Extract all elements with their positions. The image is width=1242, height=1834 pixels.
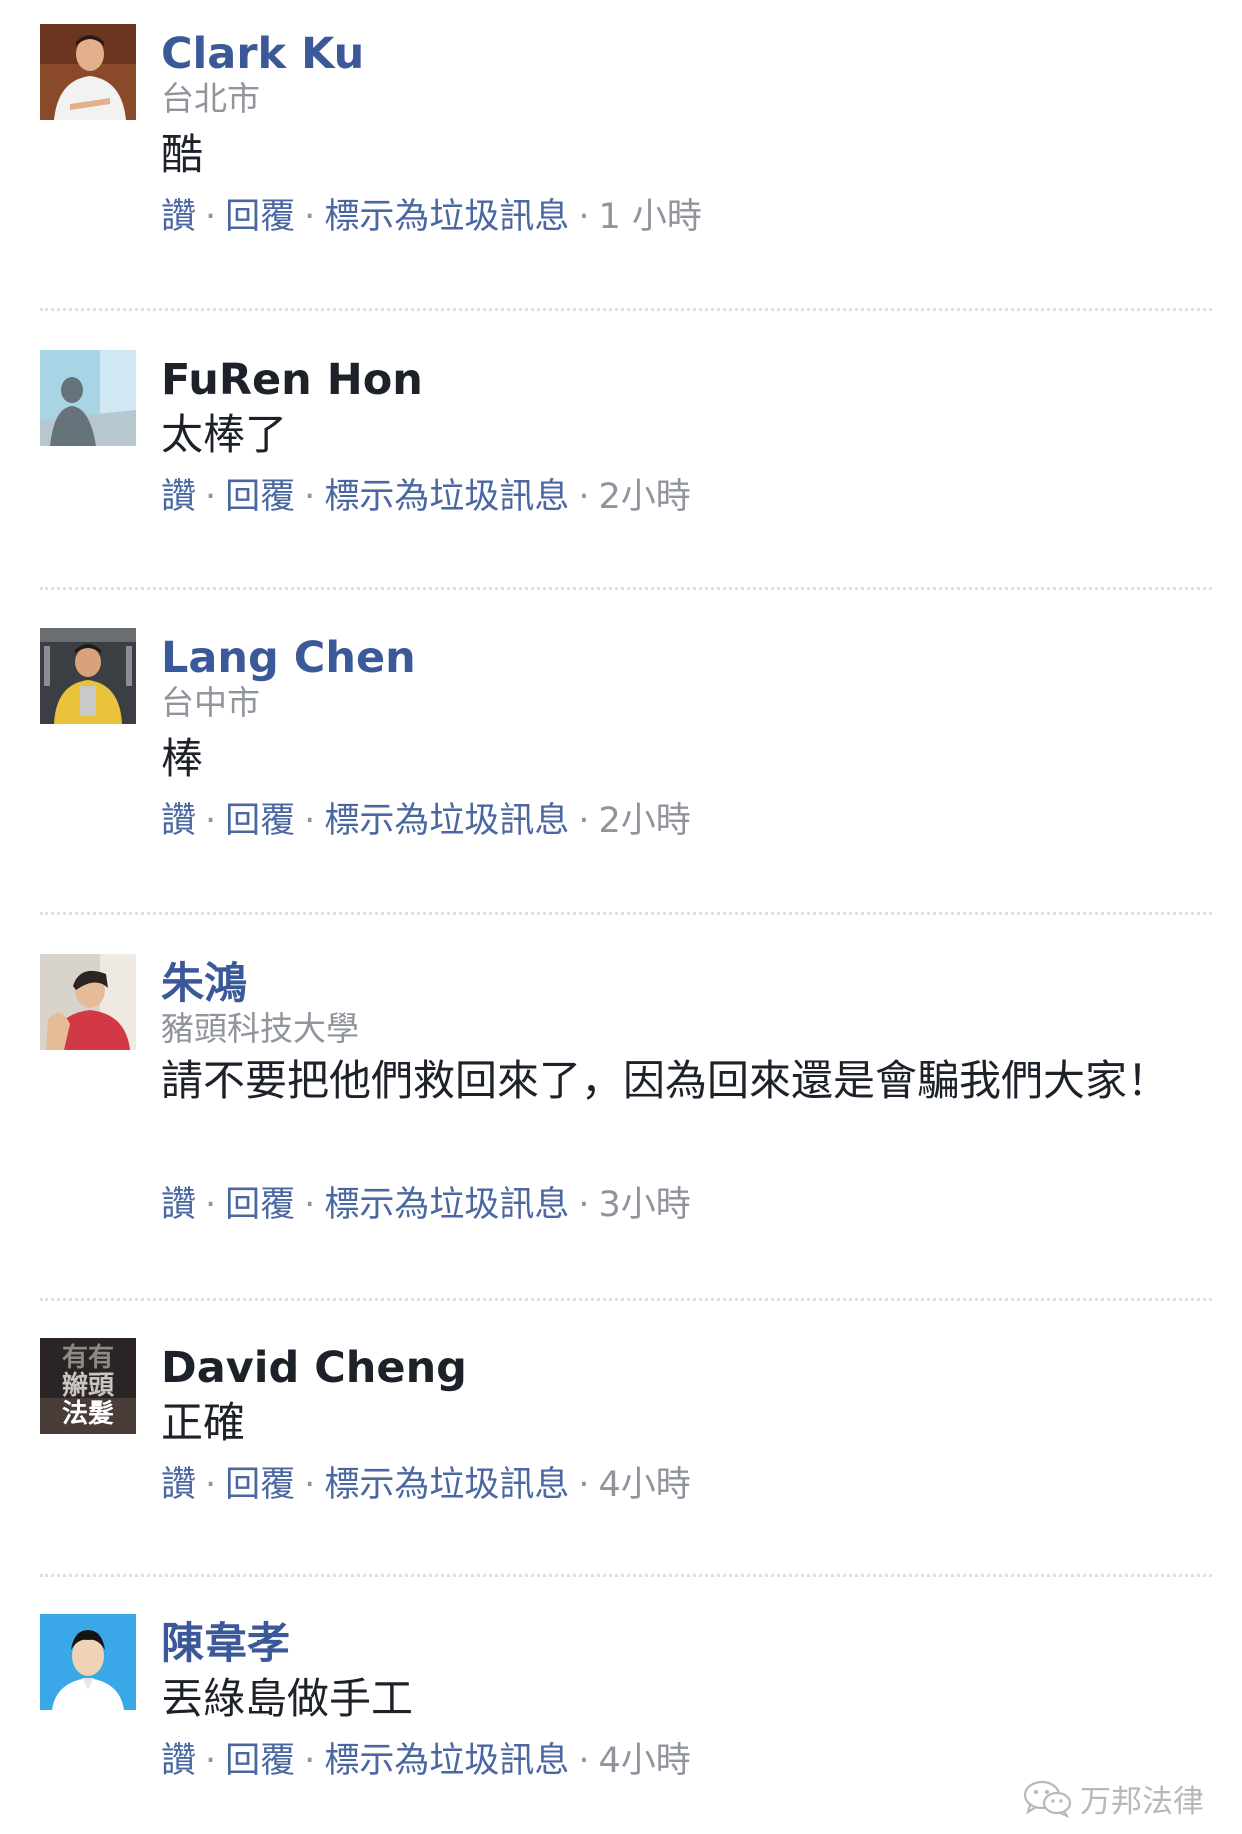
- avatar[interactable]: [40, 350, 136, 446]
- separator: ·: [205, 1185, 217, 1225]
- commenter-name[interactable]: Lang Chen: [161, 632, 416, 684]
- avatar[interactable]: [40, 628, 136, 724]
- separator: ·: [578, 477, 590, 517]
- comment-actions: 讚 · 回覆 · 標示為垃圾訊息 · 2小時: [161, 474, 691, 520]
- wechat-icon: [1022, 1778, 1074, 1818]
- separator: ·: [304, 197, 316, 237]
- watermark-text: 万邦法律: [1080, 1783, 1204, 1820]
- comment-text: 請不要把他們救回來了，因為回來還是會騙我們大家！: [161, 1056, 1170, 1105]
- text-image-avatar: 有有 辮頭 法髮: [40, 1338, 136, 1434]
- silhouette-on-blue-avatar: [40, 350, 136, 446]
- mark-spam-link[interactable]: 標示為垃圾訊息: [324, 197, 569, 237]
- separator: ·: [205, 1465, 217, 1505]
- commenter-location: 豬頭科技大學: [161, 1009, 359, 1048]
- timestamp[interactable]: 4小時: [598, 1465, 690, 1505]
- mark-spam-link[interactable]: 標示為垃圾訊息: [324, 1741, 569, 1781]
- like-link[interactable]: 讚: [161, 801, 196, 841]
- avatar-text-line: 辮頭: [62, 1371, 115, 1401]
- reply-link[interactable]: 回覆: [225, 477, 295, 517]
- separator: ·: [304, 1185, 316, 1225]
- comment-actions: 讚 · 回覆 · 標示為垃圾訊息 · 4小時: [161, 1738, 691, 1784]
- avatar[interactable]: [40, 1614, 136, 1710]
- commenter-name[interactable]: David Cheng: [161, 1342, 467, 1394]
- mark-spam-link[interactable]: 標示為垃圾訊息: [324, 477, 569, 517]
- watermark: 万邦法律: [1022, 1776, 1204, 1820]
- separator: ·: [304, 801, 316, 841]
- timestamp[interactable]: 3小時: [598, 1185, 690, 1225]
- comment-text: 酷: [161, 130, 204, 179]
- avatar[interactable]: [40, 24, 136, 120]
- separator: ·: [578, 1465, 590, 1505]
- man-on-blue-background-avatar: [40, 1614, 136, 1710]
- mark-spam-link[interactable]: 標示為垃圾訊息: [324, 1185, 569, 1225]
- commenter-name[interactable]: FuRen Hon: [161, 354, 423, 406]
- commenter-name[interactable]: Clark Ku: [161, 28, 364, 80]
- separator: ·: [205, 477, 217, 517]
- like-link[interactable]: 讚: [161, 197, 196, 237]
- comment-text: 正確: [161, 1398, 246, 1447]
- separator: ·: [578, 197, 590, 237]
- like-link[interactable]: 讚: [161, 477, 196, 517]
- separator: ·: [578, 1185, 590, 1225]
- divider: [40, 1574, 1212, 1577]
- separator: ·: [205, 1741, 217, 1781]
- separator: ·: [578, 801, 590, 841]
- commenter-location: 台北市: [161, 79, 260, 118]
- timestamp[interactable]: 1 小時: [598, 197, 701, 237]
- timestamp[interactable]: 2小時: [598, 801, 690, 841]
- avatar[interactable]: [40, 954, 136, 1050]
- reply-link[interactable]: 回覆: [225, 1465, 295, 1505]
- comment-actions: 讚 · 回覆 · 標示為垃圾訊息 · 1 小時: [161, 194, 702, 240]
- divider: [40, 912, 1212, 915]
- avatar-text-line: 有有: [62, 1343, 114, 1373]
- comment-actions: 讚 · 回覆 · 標示為垃圾訊息 · 4小時: [161, 1462, 691, 1508]
- separator: ·: [578, 1741, 590, 1781]
- man-in-yellow-shirt-avatar: [40, 628, 136, 724]
- commenter-name[interactable]: 朱鴻: [161, 958, 247, 1010]
- divider: [40, 308, 1212, 311]
- divider: [40, 587, 1212, 590]
- avatar[interactable]: 有有 辮頭 法髮: [40, 1338, 136, 1434]
- mark-spam-link[interactable]: 標示為垃圾訊息: [324, 1465, 569, 1505]
- separator: ·: [304, 1741, 316, 1781]
- divider: [40, 1298, 1212, 1301]
- comment-text: 棒: [161, 734, 204, 783]
- mark-spam-link[interactable]: 標示為垃圾訊息: [324, 801, 569, 841]
- separator: ·: [205, 197, 217, 237]
- like-link[interactable]: 讚: [161, 1741, 196, 1781]
- commenter-name[interactable]: 陳韋孝: [161, 1618, 290, 1670]
- reply-link[interactable]: 回覆: [225, 801, 295, 841]
- timestamp[interactable]: 4小時: [598, 1741, 690, 1781]
- commenter-location: 台中市: [161, 683, 260, 722]
- separator: ·: [205, 801, 217, 841]
- comment-text: 太棒了: [161, 410, 288, 459]
- reply-link[interactable]: 回覆: [225, 1185, 295, 1225]
- timestamp[interactable]: 2小時: [598, 477, 690, 517]
- like-link[interactable]: 讚: [161, 1465, 196, 1505]
- separator: ·: [304, 1465, 316, 1505]
- separator: ·: [304, 477, 316, 517]
- reply-link[interactable]: 回覆: [225, 197, 295, 237]
- person-in-red-shirt-avatar: [40, 954, 136, 1050]
- comment-actions: 讚 · 回覆 · 標示為垃圾訊息 · 3小時: [161, 1182, 691, 1228]
- reply-link[interactable]: 回覆: [225, 1741, 295, 1781]
- avatar-text-line: 法髮: [62, 1399, 114, 1429]
- comment-actions: 讚 · 回覆 · 標示為垃圾訊息 · 2小時: [161, 798, 691, 844]
- man-in-white-shirt-avatar: [40, 24, 136, 120]
- comment-text: 丟綠島做手工: [161, 1674, 414, 1723]
- like-link[interactable]: 讚: [161, 1185, 196, 1225]
